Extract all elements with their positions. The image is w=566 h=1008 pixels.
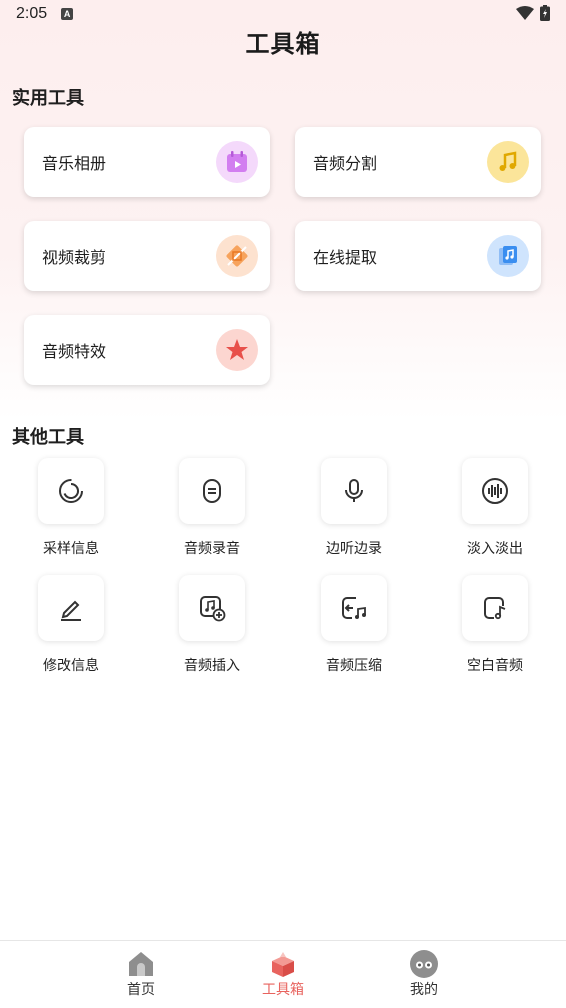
tool-edit-info[interactable]: 修改信息 — [26, 575, 116, 675]
tool-tile — [179, 575, 245, 641]
status-time: 2:05 — [16, 5, 48, 22]
tool-label: 音频插入 — [184, 658, 240, 674]
blank-audio-icon — [484, 597, 506, 620]
compress-icon — [342, 597, 366, 619]
toolbox-icon — [272, 952, 294, 977]
wifi-icon — [516, 6, 534, 20]
tool-card-audio-effects[interactable]: 音频特效 — [24, 315, 270, 385]
record-icon — [203, 479, 221, 503]
tool-label: 采样信息 — [43, 541, 99, 557]
tool-label: 音频压缩 — [326, 658, 382, 674]
waveform-icon — [482, 478, 508, 504]
tool-tile — [462, 458, 528, 524]
tool-label: 音频录音 — [184, 541, 240, 557]
tool-blank-audio[interactable]: 空白音频 — [450, 575, 540, 675]
tool-card-music-album[interactable]: 音乐相册 — [24, 127, 270, 197]
tool-label: 边听边录 — [326, 541, 382, 557]
tool-tile — [38, 575, 104, 641]
tab-toolbox[interactable]: 工具箱 — [243, 949, 323, 999]
tab-home[interactable]: 首页 — [101, 949, 181, 999]
profile-icon — [410, 950, 438, 978]
tool-card-online-extract[interactable]: 在线提取 — [295, 221, 541, 291]
tool-card-label: 音乐相册 — [42, 154, 107, 173]
bottom-tab-bar: 首页 工具箱 我的 — [0, 940, 566, 1008]
tool-card-label: 视频裁剪 — [42, 248, 107, 267]
tool-card-label: 音频特效 — [42, 342, 107, 361]
status-icons — [516, 5, 550, 21]
tool-card-label: 音频分割 — [313, 154, 378, 173]
tool-audio-record[interactable]: 音频录音 — [167, 458, 257, 558]
music-note-icon — [487, 141, 529, 183]
music-file-icon — [487, 235, 529, 277]
tab-mine[interactable]: 我的 — [384, 949, 464, 999]
tool-fade-in-out[interactable]: 淡入淡出 — [450, 458, 540, 558]
tool-audio-insert[interactable]: 音频插入 — [167, 575, 257, 675]
tool-listen-record[interactable]: 边听边录 — [309, 458, 399, 558]
status-badge: A — [61, 8, 74, 20]
tool-card-video-crop[interactable]: 视频裁剪 — [24, 221, 270, 291]
tool-tile — [462, 575, 528, 641]
section-title-practical: 实用工具 — [12, 88, 84, 109]
tab-label: 工具箱 — [262, 982, 304, 998]
tool-audio-compress[interactable]: 音频压缩 — [309, 575, 399, 675]
star-icon — [216, 329, 258, 371]
tool-tile — [179, 458, 245, 524]
loading-ring-icon — [59, 479, 83, 503]
calendar-play-icon — [216, 141, 258, 183]
home-icon — [129, 952, 153, 976]
music-add-icon — [200, 596, 226, 622]
tool-sampling-info[interactable]: 采样信息 — [26, 458, 116, 558]
tool-tile — [321, 458, 387, 524]
tool-tile — [38, 458, 104, 524]
tab-label: 我的 — [410, 982, 438, 998]
tool-card-label: 在线提取 — [313, 248, 378, 267]
tool-label: 修改信息 — [43, 658, 99, 674]
edit-icon — [61, 600, 81, 621]
tab-label: 首页 — [127, 982, 155, 998]
tool-card-audio-split[interactable]: 音频分割 — [295, 127, 541, 197]
page-title: 工具箱 — [245, 30, 321, 58]
battery-icon — [540, 5, 550, 21]
microphone-icon — [345, 479, 363, 502]
section-title-other: 其他工具 — [12, 427, 84, 448]
tool-label: 淡入淡出 — [467, 541, 523, 557]
tool-tile — [321, 575, 387, 641]
tool-label: 空白音频 — [467, 658, 523, 674]
crop-icon — [216, 235, 258, 277]
